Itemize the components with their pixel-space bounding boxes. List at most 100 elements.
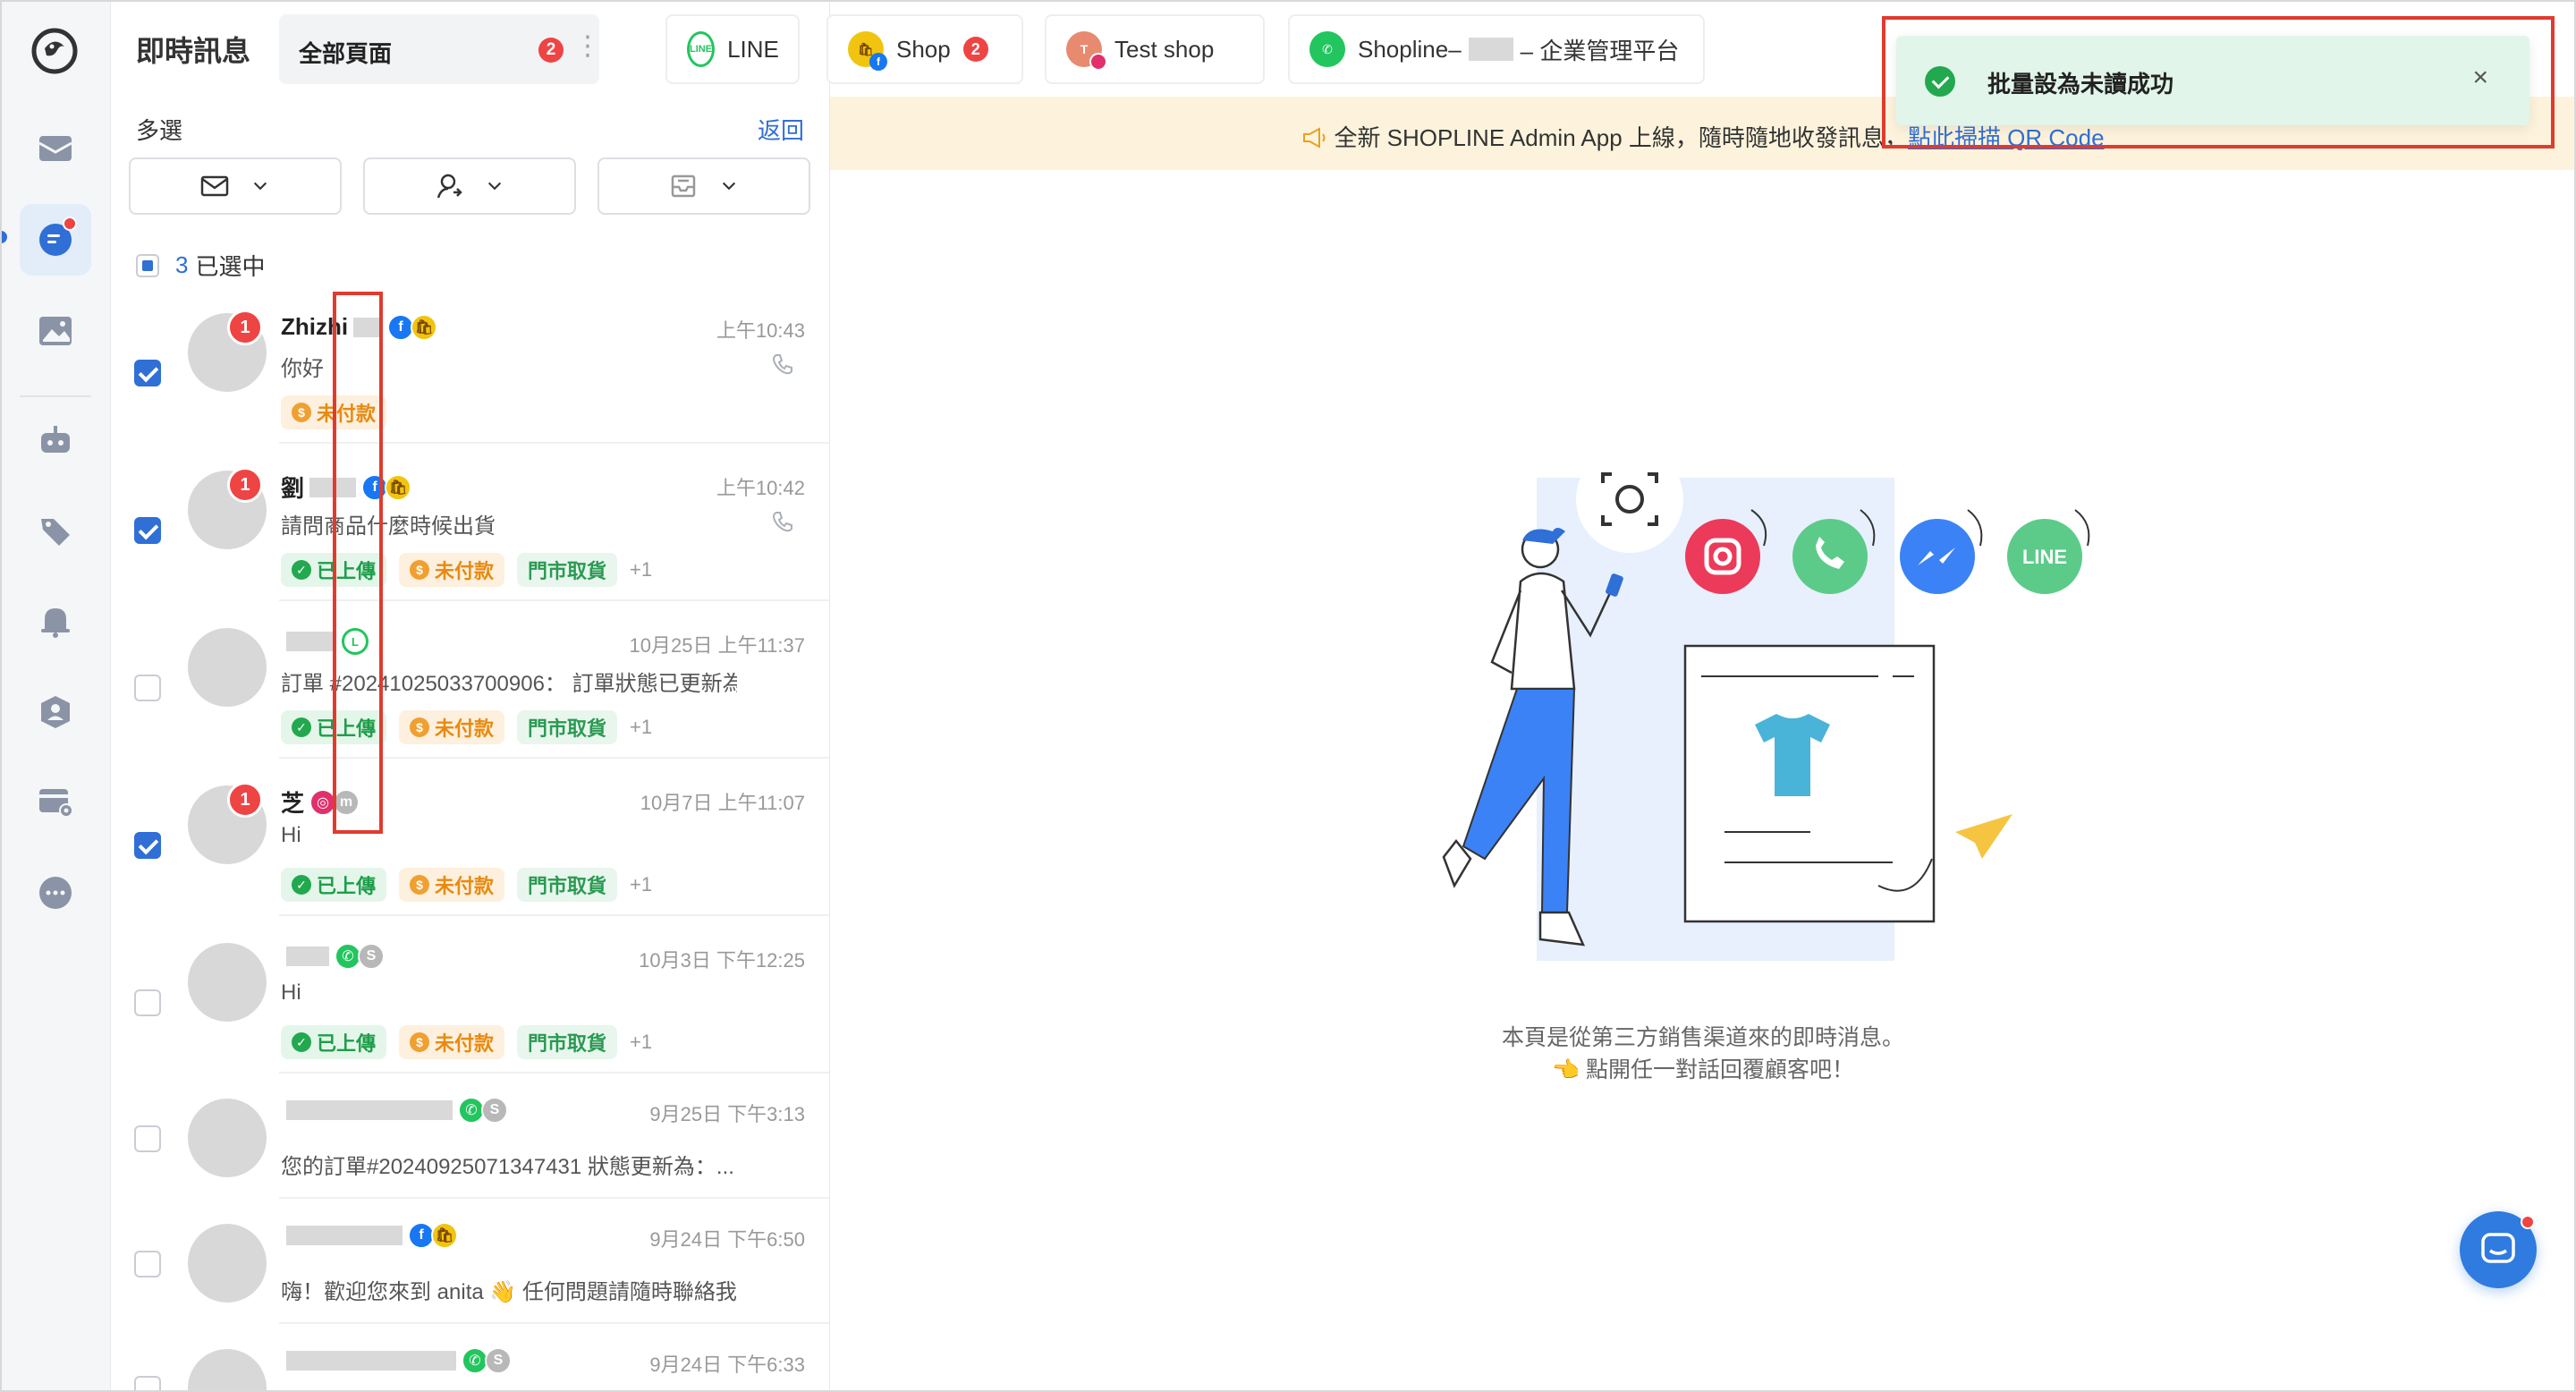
kebab-icon[interactable]: ⋮ bbox=[574, 30, 601, 62]
more-tags-count[interactable]: +1 bbox=[630, 1031, 652, 1054]
banner-message: 全新 SHOPLINE Admin App 上線，隨時隨地收發訊息， bbox=[1334, 124, 1908, 151]
rail-media[interactable] bbox=[20, 295, 91, 367]
contact-name: ✆ S bbox=[281, 943, 385, 970]
redacted-text bbox=[286, 1226, 402, 1245]
page-scope-selector[interactable]: 全部頁面 2 ⋮ bbox=[279, 14, 601, 84]
tag-chip[interactable]: 門市取貨 bbox=[517, 553, 618, 587]
conversation-row[interactable]: ✆ S 9月25日 下午3:13 您的訂單#20240925071347431 狀態更… bbox=[111, 1074, 829, 1199]
tag-chip[interactable]: ✓ 已上傳 bbox=[281, 868, 387, 902]
avatar bbox=[188, 1099, 267, 1177]
shop-icon: 🛍 bbox=[411, 313, 438, 341]
app-logo[interactable] bbox=[30, 27, 79, 75]
user-group-icon bbox=[41, 696, 70, 728]
conversation-row[interactable]: L 10月25日 上午11:37 訂單 #20241025033700906： 訂單… bbox=[111, 601, 829, 759]
tag-icon: $ bbox=[410, 560, 430, 580]
conversation-checkbox[interactable] bbox=[134, 1376, 161, 1392]
page-title: 即時訊息 bbox=[136, 35, 251, 67]
conversation-row[interactable]: ✆ S 9月24日 下午6:33 bbox=[111, 1324, 829, 1392]
conversation-time: 10月7日 上午11:07 bbox=[640, 792, 805, 814]
tag-chip[interactable]: 門市取貨 bbox=[517, 710, 618, 744]
bell-icon bbox=[41, 608, 70, 638]
scope-unread-badge: 2 bbox=[538, 38, 564, 63]
tag-chip[interactable]: $ 未付款 bbox=[399, 710, 505, 744]
conversation-checkbox[interactable] bbox=[134, 989, 161, 1016]
contact-name: ✆ S bbox=[281, 1097, 508, 1124]
conversation-row[interactable]: 1 芝 ◎ m 10月7日 上午11:07 Hi ✓ 已上傳 $ 未付款 門市取貨 +1 bbox=[111, 759, 829, 916]
rail-notifications[interactable] bbox=[20, 585, 91, 657]
redacted-text bbox=[286, 946, 329, 966]
more-tags-count[interactable]: +1 bbox=[630, 716, 652, 739]
robot-icon bbox=[41, 426, 70, 453]
conversation-checkbox[interactable] bbox=[134, 1125, 161, 1152]
filter-read-status[interactable] bbox=[129, 157, 342, 215]
select-all-checkbox[interactable] bbox=[136, 253, 159, 277]
tag-chip[interactable]: ✓ 已上傳 bbox=[281, 1025, 387, 1059]
card-settings-icon bbox=[39, 789, 73, 818]
tag-label: 已上傳 bbox=[317, 1032, 377, 1055]
tag-chip[interactable]: $ 未付款 bbox=[399, 868, 505, 902]
tag-label: 已上傳 bbox=[317, 875, 377, 897]
conversation-checkbox[interactable] bbox=[134, 832, 161, 859]
tab-label-suffix: – 企業管理平台 bbox=[1520, 37, 1680, 64]
selected-count: 3 bbox=[175, 251, 189, 278]
conversation-list-panel: 即時訊息 全部頁面 2 ⋮ 多選 返回 3 已選中 1 Zhizhi f 🛍 上午10:… bbox=[111, 0, 830, 1392]
conversation-row[interactable]: 1 劉 f 🛍 上午10:42 請問商品什麼時候出貨 ✓ 已上傳 $ 未付款 門市取貨 +1 bbox=[111, 444, 829, 601]
conversation-checkbox[interactable] bbox=[134, 517, 161, 544]
active-indicator bbox=[0, 231, 7, 243]
tag-icon bbox=[41, 519, 70, 546]
conversation-row[interactable]: 1 Zhizhi f 🛍 上午10:43 你好 $ 未付款 bbox=[111, 286, 829, 444]
tab-line[interactable]: LINE LINE bbox=[665, 14, 800, 84]
filter-inbox[interactable] bbox=[597, 157, 810, 215]
back-link[interactable]: 返回 bbox=[758, 113, 804, 146]
chat-bubble-icon bbox=[2481, 1233, 2515, 1263]
conversation-tags: ✓ 已上傳 $ 未付款 門市取貨 +1 bbox=[281, 1025, 652, 1059]
paper-plane-icon bbox=[1955, 814, 2012, 859]
rail-settings[interactable] bbox=[20, 766, 91, 837]
conversation-checkbox[interactable] bbox=[134, 360, 161, 386]
rail-contacts[interactable] bbox=[20, 676, 91, 748]
more-tags-count[interactable]: +1 bbox=[630, 873, 652, 896]
rail-inbox[interactable] bbox=[20, 113, 91, 184]
conversation-time: 9月24日 下午6:33 bbox=[649, 1354, 805, 1376]
phone-icon bbox=[772, 354, 792, 375]
rail-live-chat[interactable] bbox=[20, 204, 91, 276]
chevron-down-icon bbox=[253, 182, 267, 191]
tag-label: 未付款 bbox=[435, 875, 495, 897]
redacted-text bbox=[286, 632, 336, 651]
annotation-highlight-unread bbox=[333, 292, 383, 834]
conversation-time: 10月3日 下午12:25 bbox=[639, 949, 805, 972]
shop-icon: 🛍 bbox=[431, 1222, 458, 1249]
unread-badge: 1 bbox=[227, 782, 263, 818]
conversation-checkbox[interactable] bbox=[134, 675, 161, 701]
tab-enterprise[interactable]: ✆ Shopline– – 企業管理平台 bbox=[1288, 14, 1705, 84]
phone-icon bbox=[772, 512, 792, 532]
empty-state-illustration: LINE bbox=[1442, 446, 2090, 961]
tab-shop[interactable]: 🛍 f Shop 2 bbox=[826, 14, 1023, 84]
more-tags-count[interactable]: +1 bbox=[630, 558, 652, 581]
envelope-icon bbox=[200, 175, 229, 197]
filter-assignee[interactable] bbox=[363, 157, 576, 215]
tag-chip[interactable]: 門市取貨 bbox=[517, 1025, 618, 1059]
tag-chip[interactable]: 門市取貨 bbox=[517, 868, 618, 902]
tag-chip[interactable]: $ 未付款 bbox=[399, 553, 505, 587]
last-message: 嗨！歡迎您來到 anita 👋 任何問題請隨時聯絡我們 bbox=[281, 1280, 737, 1304]
conversation-row[interactable]: ✆ S 10月3日 下午12:25 Hi ✓ 已上傳 $ 未付款 門市取貨 +1 bbox=[111, 916, 829, 1074]
rail-more[interactable] bbox=[20, 857, 91, 929]
annotation-highlight-toast bbox=[1882, 16, 2555, 149]
tag-chip[interactable]: $ 未付款 bbox=[399, 1025, 505, 1059]
inbox-icon bbox=[671, 174, 696, 198]
conversation-checkbox[interactable] bbox=[134, 1251, 161, 1277]
contact-name: ✆ S bbox=[281, 1347, 512, 1374]
contact-name-text: 劉 bbox=[281, 475, 305, 502]
rail-tags[interactable] bbox=[20, 496, 91, 567]
tag-icon: $ bbox=[292, 403, 311, 422]
rail-separator bbox=[20, 395, 91, 397]
support-chat-launcher[interactable] bbox=[2460, 1211, 2537, 1288]
avatar bbox=[188, 1224, 267, 1303]
test-shop-icon: T bbox=[1066, 31, 1107, 71]
rail-bot[interactable] bbox=[20, 404, 91, 476]
conversation-row[interactable]: f 🛍 9月24日 下午6:50 嗨！歡迎您來到 anita 👋 任何問題請隨時聯絡我… bbox=[111, 1199, 829, 1324]
unread-badge: 1 bbox=[227, 310, 263, 345]
tab-test-shop[interactable]: T Test shop bbox=[1045, 14, 1265, 84]
last-message: Hi bbox=[281, 980, 301, 1005]
